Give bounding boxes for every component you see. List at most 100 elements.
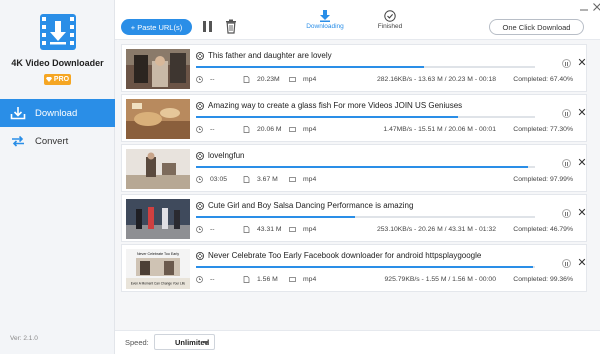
file-format-value: mp4 (303, 276, 317, 283)
file-format: mp4 (289, 126, 316, 133)
download-list: This father and daughter are lovely -- 2… (115, 40, 600, 330)
file-size-value: 20.06 M (257, 126, 282, 133)
tab-downloading[interactable]: Downloading (300, 10, 350, 36)
duration-value: 03:05 (210, 176, 228, 183)
video-title: lovelngfun (196, 151, 244, 160)
paste-url-button[interactable]: + Paste URL(s) (121, 19, 192, 35)
duration-value: -- (210, 276, 215, 283)
duration: -- (196, 76, 215, 83)
pause-download-button[interactable] (562, 109, 571, 118)
pause-download-button[interactable] (562, 209, 571, 218)
file-size: 20.23M (243, 76, 280, 83)
download-speed-info: 1.47MB/s - 15.51 M / 20.06 M - 00:01 (383, 126, 496, 133)
file-size: 1.56 M (243, 276, 278, 283)
remove-download-close-icon[interactable]: ✕ (577, 207, 587, 219)
video-thumbnail (126, 49, 190, 89)
pause-download-button[interactable] (562, 59, 571, 68)
file-format-value: mp4 (303, 226, 317, 233)
download-item[interactable]: Cute Girl and Boy Salsa Dancing Performa… (121, 194, 587, 242)
duration: -- (196, 126, 215, 133)
video-format-icon (289, 77, 296, 82)
file-format-value: mp4 (303, 126, 317, 133)
convert-icon (10, 134, 26, 148)
remove-download-close-icon[interactable]: ✕ (577, 257, 587, 269)
one-click-download-button[interactable]: One Click Download (489, 19, 584, 35)
video-thumbnail (126, 99, 190, 139)
tab-label: Downloading (306, 23, 344, 30)
remove-download-close-icon[interactable]: ✕ (577, 57, 587, 69)
sidebar-item-download[interactable]: Download (0, 99, 115, 127)
file-size: 43.31 M (243, 226, 282, 233)
file-size-value: 3.67 M (257, 176, 278, 183)
completion-percent: Completed: 99.36% (513, 276, 573, 283)
sidebar-item-convert[interactable]: Convert (0, 127, 115, 155)
completion-percent: Completed: 46.79% (513, 226, 573, 233)
remove-download-close-icon[interactable]: ✕ (577, 107, 587, 119)
progress-bar (196, 166, 535, 168)
video-title: Amazing way to create a glass fish For m… (196, 101, 462, 110)
file-icon (243, 176, 250, 183)
progress-bar (196, 216, 535, 218)
pro-badge-label: PRO (53, 76, 70, 83)
progress-bar (196, 116, 535, 118)
window-close-icon[interactable] (592, 2, 600, 12)
download-icon (10, 106, 26, 120)
file-icon (243, 226, 250, 233)
download-item[interactable]: lovelngfun 03:05 3.67 M mp4 Completed: 9… (121, 144, 587, 192)
duration-value: -- (210, 76, 215, 83)
duration: -- (196, 226, 215, 233)
video-title: Never Celebrate Too Early Facebook downl… (196, 251, 481, 260)
speed-limit-select[interactable]: Unlimited (154, 334, 215, 350)
film-reel-icon (196, 201, 204, 210)
download-speed-info: 282.16KB/s - 13.63 M / 20.23 M - 00:18 (376, 76, 496, 83)
film-reel-icon (196, 101, 204, 110)
film-reel-icon (196, 151, 204, 160)
pause-download-button[interactable] (562, 259, 571, 268)
file-format-value: mp4 (303, 76, 317, 83)
minimize-icon[interactable] (580, 4, 588, 12)
file-format: mp4 (289, 176, 316, 183)
pause-icon[interactable] (203, 21, 213, 33)
file-format-value: mp4 (303, 176, 317, 183)
progress-fill (196, 216, 355, 218)
clock-icon (196, 176, 203, 183)
progress-bar (196, 266, 535, 268)
video-title: This father and daughter are lovely (196, 51, 332, 60)
video-thumbnail (126, 149, 190, 189)
thumb-caption-top: Never Celebrate Too Early (137, 252, 179, 256)
video-format-icon (289, 177, 296, 182)
download-item[interactable]: This father and daughter are lovely -- 2… (121, 44, 587, 92)
film-reel-icon (196, 251, 204, 260)
video-title-text: Cute Girl and Boy Salsa Dancing Performa… (208, 201, 414, 210)
video-format-icon (289, 277, 296, 282)
download-item[interactable]: Never Celebrate Too Early Even A Moment … (121, 244, 587, 292)
pause-download-button[interactable] (562, 159, 571, 168)
download-speed-info: 925.79KB/s - 1.55 M / 1.56 M - 00:00 (384, 276, 496, 283)
file-size-value: 20.23M (257, 76, 280, 83)
trash-icon[interactable] (225, 19, 237, 34)
chevron-down-icon (203, 341, 209, 345)
check-circle-icon (384, 10, 396, 22)
file-icon (243, 276, 250, 283)
download-item[interactable]: Amazing way to create a glass fish For m… (121, 94, 587, 142)
duration: -- (196, 276, 215, 283)
download-arrow-icon (320, 10, 330, 22)
clock-icon (196, 276, 203, 283)
completion-percent: Completed: 67.40% (513, 76, 573, 83)
file-size: 20.06 M (243, 126, 282, 133)
film-reel-icon (196, 51, 204, 60)
tab-label: Finished (377, 23, 403, 30)
video-format-icon (289, 127, 296, 132)
status-bar: Speed: Unlimited (115, 330, 600, 354)
tab-finished[interactable]: Finished (365, 10, 415, 36)
remove-download-close-icon[interactable]: ✕ (577, 157, 587, 169)
duration: 03:05 (196, 176, 227, 183)
video-title-text: Never Celebrate Too Early Facebook downl… (208, 251, 482, 260)
pro-badge[interactable]: PRO (44, 74, 71, 85)
file-icon (243, 126, 250, 133)
file-format: mp4 (289, 76, 316, 83)
toolbar: + Paste URL(s) Downloading Finished One … (115, 0, 600, 40)
duration-value: -- (210, 226, 215, 233)
app-version: Ver: 2.1.0 (10, 335, 38, 342)
progress-fill (196, 166, 529, 168)
